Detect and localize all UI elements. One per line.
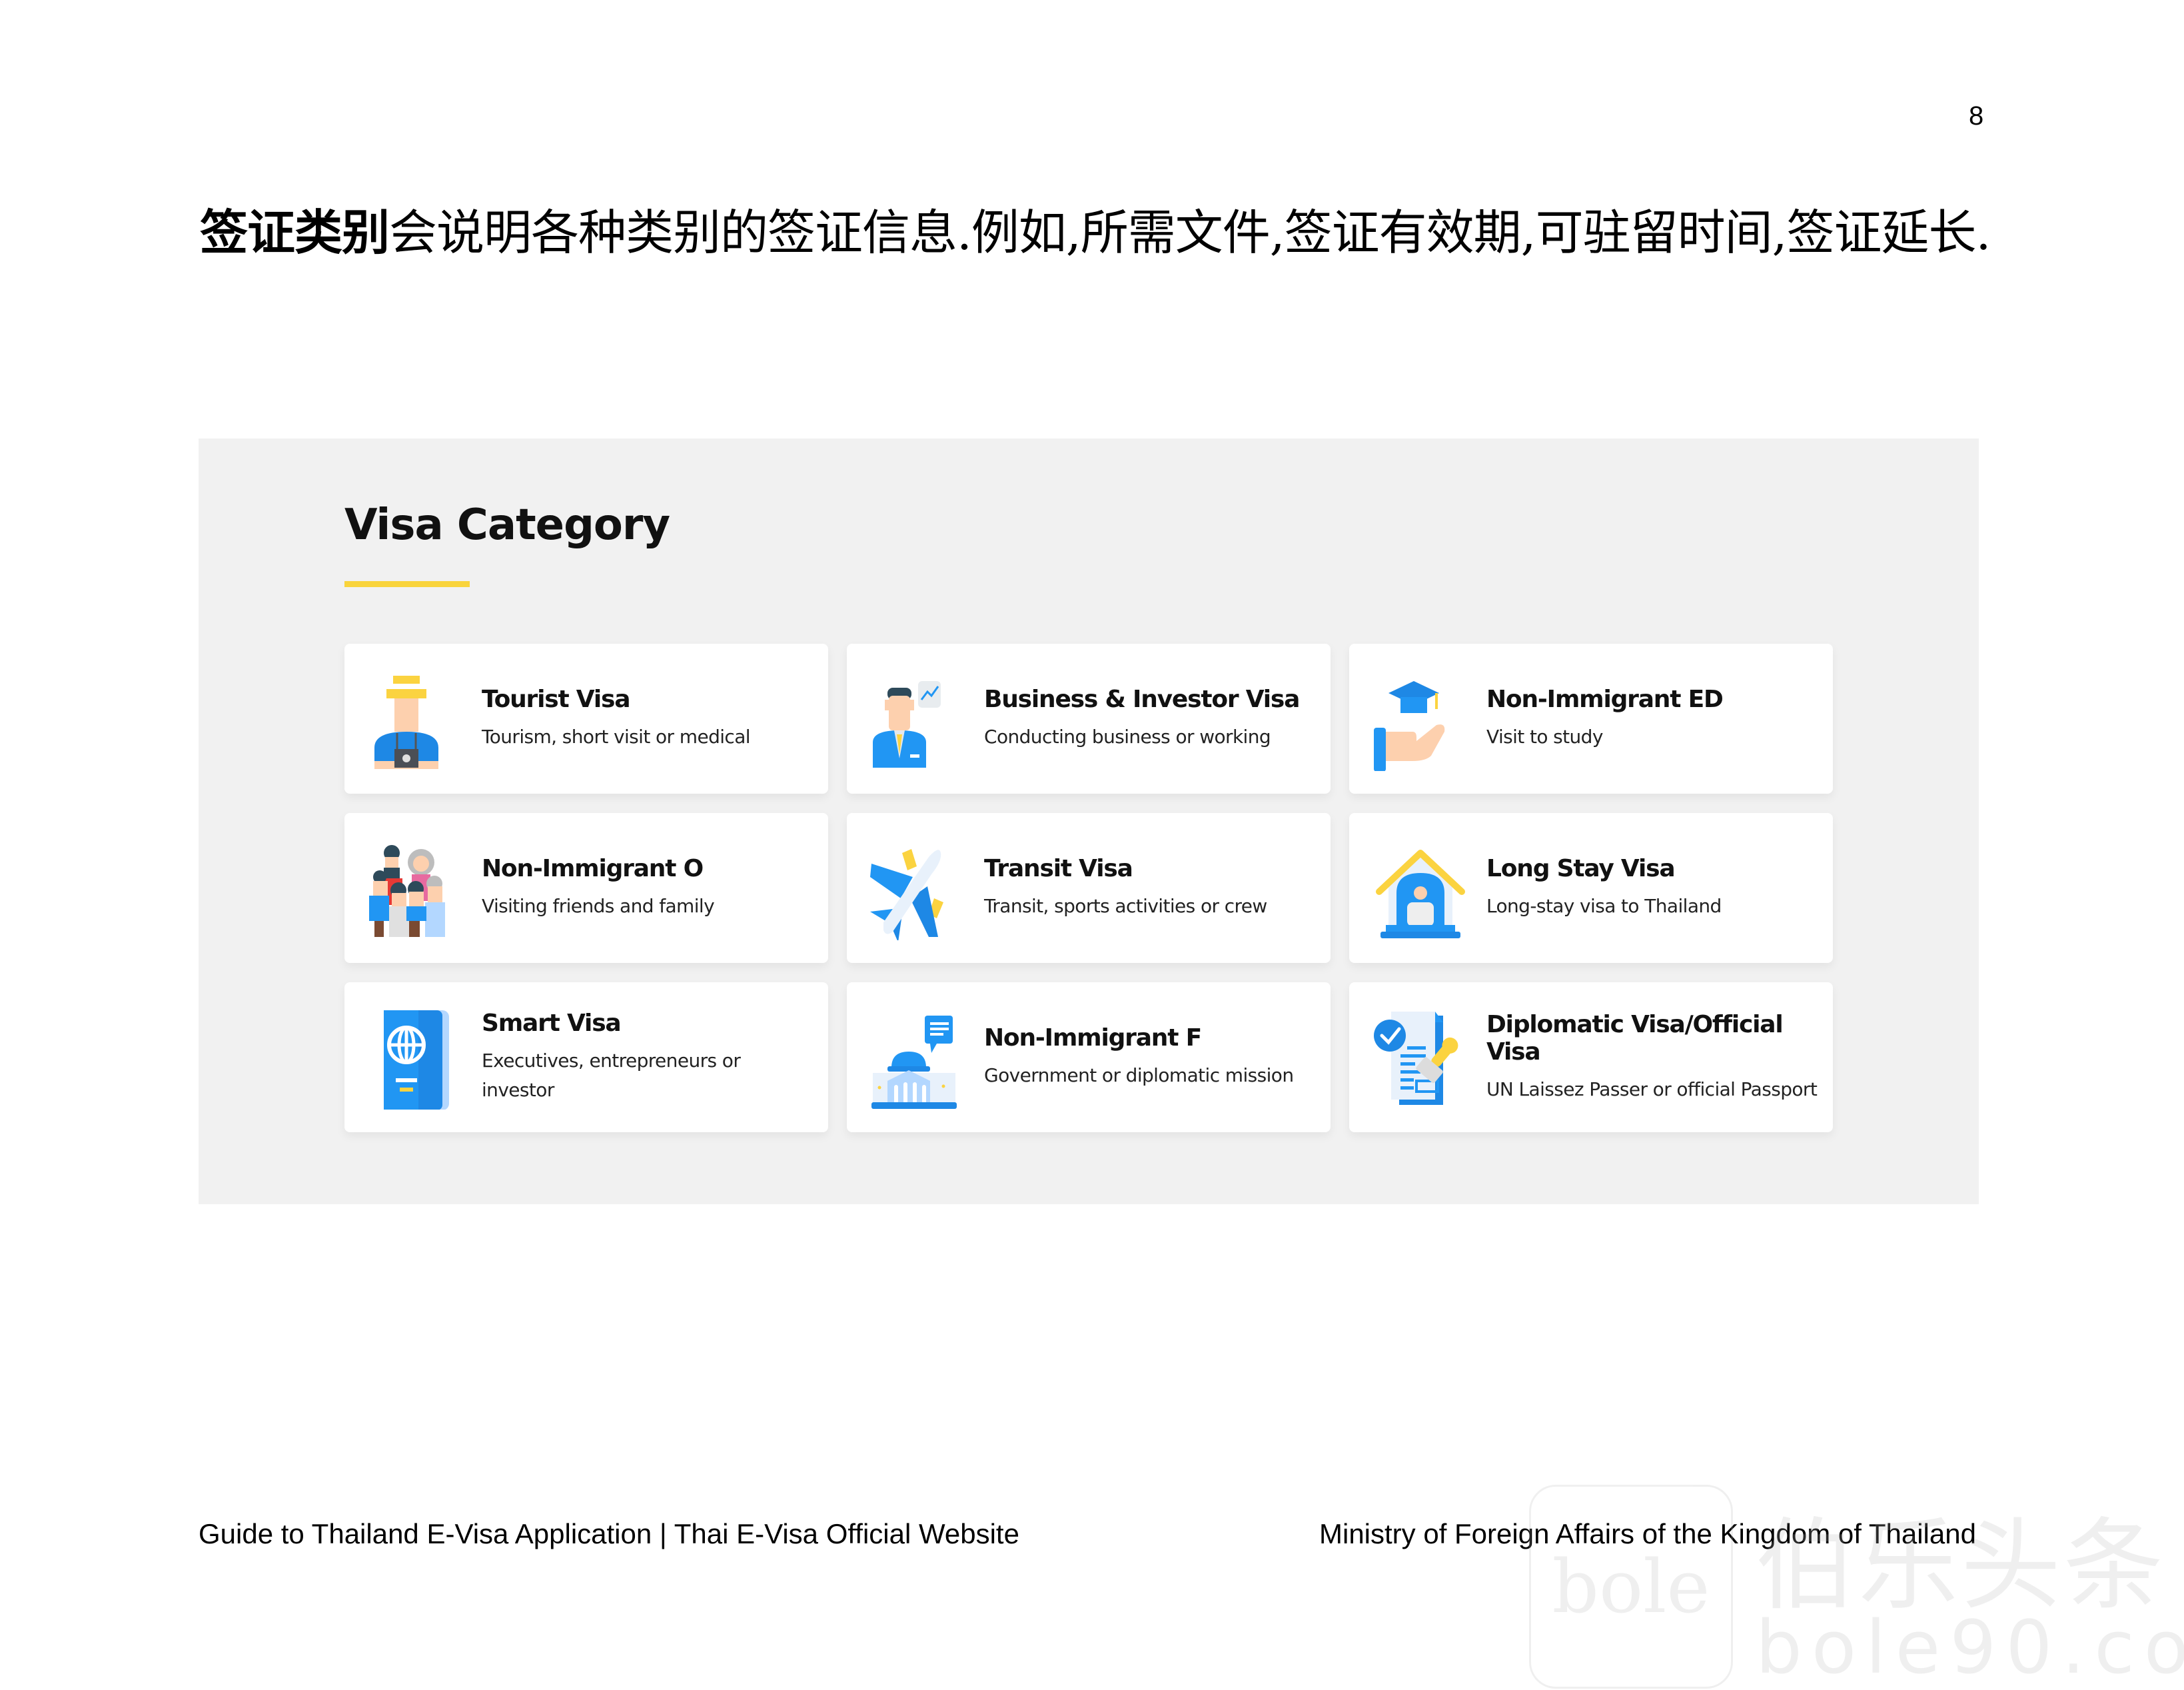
card-title: Business & Investor Visa bbox=[984, 686, 1300, 713]
footer-guide-title: Guide to Thailand E-Visa Application | T… bbox=[199, 1518, 1019, 1549]
card-desc: UN Laissez Passer or official Passport bbox=[1486, 1078, 1818, 1100]
card-non-immigrant-o[interactable]: Non-Immigrant O Visiting friends and fam… bbox=[344, 813, 828, 963]
card-tourist-visa[interactable]: Tourist Visa Tourism, short visit or med… bbox=[344, 644, 828, 794]
card-non-immigrant-ed[interactable]: Non-Immigrant ED Visit to study bbox=[1349, 644, 1833, 794]
graduation-cap-hand-icon bbox=[1372, 668, 1466, 772]
panel-title: Visa Category bbox=[344, 500, 670, 550]
card-title: Non-Immigrant ED bbox=[1486, 686, 1724, 713]
tourist-icon bbox=[368, 668, 461, 771]
card-desc: Tourism, short visit or medical bbox=[482, 726, 751, 748]
card-title: Transit Visa bbox=[984, 855, 1133, 882]
card-transit-visa[interactable]: Transit Visa Transit, sports activities … bbox=[847, 813, 1331, 963]
card-desc: Transit, sports activities or crew bbox=[984, 895, 1267, 917]
watermark-name: 伯乐头条 bbox=[1756, 1508, 2167, 1624]
page-number: 8 bbox=[1969, 101, 1984, 131]
airplane-icon bbox=[870, 837, 963, 942]
card-desc: Long-stay visa to Thailand bbox=[1486, 895, 1722, 917]
card-desc: Executives, entrepreneurs or investor bbox=[482, 1050, 741, 1101]
card-title: Non-Immigrant F bbox=[984, 1024, 1202, 1052]
footer-ministry: Ministry of Foreign Affairs of the Kingd… bbox=[1319, 1518, 1976, 1549]
intro-bold-term: 签证类别 bbox=[200, 204, 390, 261]
stamped-document-icon bbox=[1372, 1006, 1466, 1110]
card-title: Long Stay Visa bbox=[1486, 855, 1676, 882]
businessman-icon bbox=[870, 668, 963, 771]
intro-paragraph: 签证类别会说明各种类别的签证信息.例如,所需文件,签证有效期,可驻留时间,签证延… bbox=[200, 193, 1992, 272]
card-title: Smart Visa bbox=[482, 1010, 622, 1037]
card-desc: Visit to study bbox=[1486, 726, 1603, 748]
card-title: Non-Immigrant O bbox=[482, 855, 704, 882]
card-non-immigrant-f[interactable]: Non-Immigrant F Government or diplomatic… bbox=[847, 982, 1331, 1132]
house-person-icon bbox=[1372, 837, 1466, 940]
watermark: bole 伯乐头条 bole90.com bbox=[1529, 1485, 2184, 1690]
card-long-stay-visa[interactable]: Long Stay Visa Long-stay visa to Thailan… bbox=[1349, 813, 1833, 963]
card-diplomatic-official-visa[interactable]: Diplomatic Visa/Official Visa UN Laissez… bbox=[1349, 982, 1833, 1132]
card-smart-visa[interactable]: Smart Visa Executives, entrepreneurs or … bbox=[344, 982, 828, 1132]
family-icon bbox=[368, 837, 461, 940]
passport-globe-icon bbox=[368, 1006, 461, 1110]
intro-text: 会说明各种类别的签证信息.例如,所需文件,签证有效期,可驻留时间,签证延长. bbox=[389, 205, 1991, 261]
card-title: Tourist Visa bbox=[482, 686, 630, 713]
card-desc: Visiting friends and family bbox=[482, 895, 715, 917]
card-desc: Government or diplomatic mission bbox=[984, 1064, 1294, 1086]
government-building-icon bbox=[870, 1006, 963, 1110]
watermark-url: bole90.com bbox=[1756, 1605, 2184, 1690]
title-underline bbox=[344, 581, 470, 587]
card-title: Diplomatic Visa/Official Visa bbox=[1486, 1010, 1784, 1066]
card-business-investor-visa[interactable]: Business & Investor Visa Conducting busi… bbox=[847, 644, 1331, 794]
watermark-logo: bole bbox=[1529, 1485, 1733, 1689]
card-desc: Conducting business or working bbox=[984, 726, 1271, 748]
visa-category-panel: Visa Category Tourist Visa Tourism, shor… bbox=[199, 438, 1979, 1204]
